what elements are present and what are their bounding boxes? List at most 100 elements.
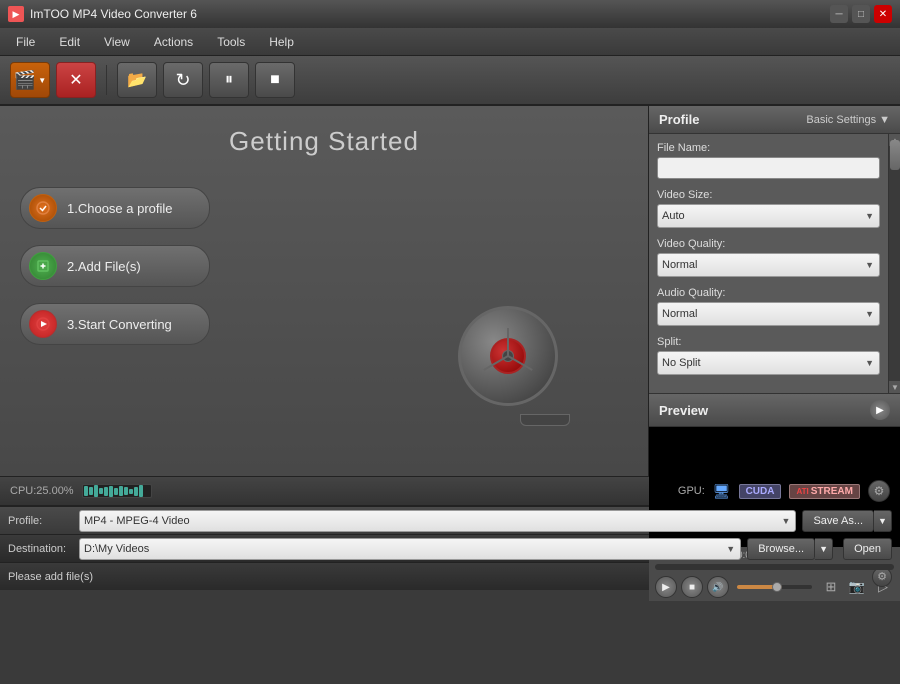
- refresh-button[interactable]: ↻: [163, 62, 203, 98]
- file-name-input[interactable]: [657, 157, 880, 179]
- play-button[interactable]: ▶: [655, 576, 677, 598]
- audio-quality-select-wrapper: Normal Low High Custom: [657, 302, 880, 326]
- cpu-meter: [82, 484, 152, 498]
- cpu-bar-seg: [89, 487, 93, 495]
- profile-fields: File Name: Video Size: Auto 320x240 640x…: [649, 134, 888, 393]
- file-name-label: File Name:: [657, 142, 880, 154]
- menu-help[interactable]: Help: [257, 31, 306, 53]
- menu-tools[interactable]: Tools: [205, 31, 257, 53]
- maximize-button[interactable]: □: [852, 5, 870, 23]
- add-files-button[interactable]: 2.Add File(s): [20, 245, 210, 287]
- cuda-badge[interactable]: CUDA: [739, 484, 782, 499]
- gpu-settings-button[interactable]: ⚙: [868, 480, 890, 502]
- video-quality-label: Video Quality:: [657, 238, 880, 250]
- step2-icon: [29, 252, 57, 280]
- split-select-wrapper: No Split By Time By Size: [657, 351, 880, 375]
- scrollbar-down-arrow[interactable]: ▼: [889, 381, 900, 393]
- video-size-select[interactable]: Auto 320x240 640x480 1280x720: [657, 204, 880, 228]
- browse-group: Browse... ▼: [747, 538, 833, 560]
- preview-controls: ▶ ■ 🔊 ⊞ 📷 ▷: [649, 573, 900, 601]
- file-name-field: File Name:: [657, 142, 880, 179]
- browse-dropdown-button[interactable]: ▼: [815, 538, 833, 560]
- stream-label: STREAM: [811, 486, 853, 497]
- app-icon: ▶: [8, 6, 24, 22]
- profile-select[interactable]: MP4 - MPEG-4 Video AVI MOV: [79, 510, 796, 532]
- step3-label: 3.Start Converting: [67, 317, 172, 332]
- toolbar-separator-1: [106, 65, 107, 95]
- profile-panel-header: Profile Basic Settings ▼: [649, 106, 900, 134]
- gpu-label: GPU:: [678, 485, 705, 497]
- destination-select-wrapper: D:\My Videos: [79, 538, 741, 560]
- close-button[interactable]: ✕: [874, 5, 892, 23]
- right-panel-scrollbar[interactable]: ▲ ▼: [888, 134, 900, 393]
- remove-button[interactable]: ✕: [56, 62, 96, 98]
- cpu-bar-seg: [109, 486, 113, 497]
- folder-icon: 📂: [127, 70, 147, 90]
- title-bar-left: ▶ ImTOO MP4 Video Converter 6: [8, 6, 197, 22]
- title-bar: ▶ ImTOO MP4 Video Converter 6 ─ □ ✕: [0, 0, 900, 28]
- output-folder-button[interactable]: 📂: [117, 62, 157, 98]
- cpu-bar-seg: [84, 486, 88, 496]
- preview-progress-bar[interactable]: [649, 564, 900, 570]
- cpu-bar-seg: [134, 487, 138, 496]
- profile-panel-body: File Name: Video Size: Auto 320x240 640x…: [649, 134, 900, 393]
- audio-quality-select[interactable]: Normal Low High Custom: [657, 302, 880, 326]
- open-button[interactable]: Open: [843, 538, 892, 560]
- window-controls: ─ □ ✕: [830, 5, 892, 23]
- split-select[interactable]: No Split By Time By Size: [657, 351, 880, 375]
- save-as-group: Save As... ▼: [802, 510, 892, 532]
- cpu-bar-seg: [114, 488, 118, 495]
- stop-icon: ■: [270, 71, 280, 89]
- step1-icon: [29, 194, 57, 222]
- video-quality-field: Video Quality: Normal Low High Custom: [657, 238, 880, 277]
- volume-button[interactable]: 🔊: [707, 576, 729, 598]
- stop-preview-button[interactable]: ■: [681, 576, 703, 598]
- video-size-select-wrapper: Auto 320x240 640x480 1280x720: [657, 204, 880, 228]
- stop-button[interactable]: ■: [255, 62, 295, 98]
- basic-settings-button[interactable]: Basic Settings ▼: [806, 114, 890, 126]
- split-label: Split:: [657, 336, 880, 348]
- pause-icon: ⏸: [225, 71, 233, 89]
- volume-slider[interactable]: [737, 585, 812, 589]
- add-file-button[interactable]: 🎬 ▼: [10, 62, 50, 98]
- video-quality-select-wrapper: Normal Low High Custom: [657, 253, 880, 277]
- browse-button[interactable]: Browse...: [747, 538, 815, 560]
- remove-icon: ✕: [69, 70, 82, 90]
- profile-row: Profile: MP4 - MPEG-4 Video AVI MOV Save…: [0, 506, 900, 534]
- add-dropdown-arrow[interactable]: ▼: [38, 76, 46, 85]
- choose-profile-button[interactable]: 1.Choose a profile: [20, 187, 210, 229]
- ati-stream-badge[interactable]: ATI STREAM: [789, 484, 860, 499]
- start-converting-button[interactable]: 3.Start Converting: [20, 303, 210, 345]
- preview-expand-button[interactable]: ▶: [870, 400, 890, 420]
- destination-row: Destination: D:\My Videos Browse... ▼ Op…: [0, 534, 900, 562]
- profile-row-label: Profile:: [8, 515, 73, 527]
- screenshot-button[interactable]: ⊞: [820, 576, 842, 598]
- app-title: ImTOO MP4 Video Converter 6: [30, 7, 197, 21]
- step3-icon: [29, 310, 57, 338]
- menu-actions[interactable]: Actions: [142, 31, 205, 53]
- profile-panel-title: Profile: [659, 112, 699, 127]
- video-size-label: Video Size:: [657, 189, 880, 201]
- menu-view[interactable]: View: [92, 31, 142, 53]
- profile-select-wrapper: MP4 - MPEG-4 Video AVI MOV: [79, 510, 796, 532]
- menu-file[interactable]: File: [4, 31, 47, 53]
- chevron-down-icon: ▼: [879, 114, 890, 126]
- profile-panel: Profile Basic Settings ▼ File Name: Vide…: [649, 106, 900, 393]
- main-content: Getting Started 1.Choose a profile 2.Add…: [0, 106, 900, 476]
- video-quality-select[interactable]: Normal Low High Custom: [657, 253, 880, 277]
- cpu-bar-seg: [99, 488, 103, 494]
- minimize-button[interactable]: ─: [830, 5, 848, 23]
- cpu-usage-label: CPU:25.00%: [10, 485, 74, 497]
- save-as-dropdown-button[interactable]: ▼: [874, 510, 892, 532]
- menu-edit[interactable]: Edit: [47, 31, 92, 53]
- save-as-button[interactable]: Save As...: [802, 510, 874, 532]
- destination-select[interactable]: D:\My Videos: [79, 538, 741, 560]
- scrollbar-thumb[interactable]: [890, 140, 900, 170]
- audio-quality-label: Audio Quality:: [657, 287, 880, 299]
- pause-button[interactable]: ⏸: [209, 62, 249, 98]
- content-area: Getting Started 1.Choose a profile 2.Add…: [0, 106, 648, 476]
- getting-started-title: Getting Started: [20, 126, 628, 157]
- menu-bar: File Edit View Actions Tools Help: [0, 28, 900, 56]
- clip-button[interactable]: 📷: [846, 576, 868, 598]
- cpu-bar-seg: [94, 485, 98, 497]
